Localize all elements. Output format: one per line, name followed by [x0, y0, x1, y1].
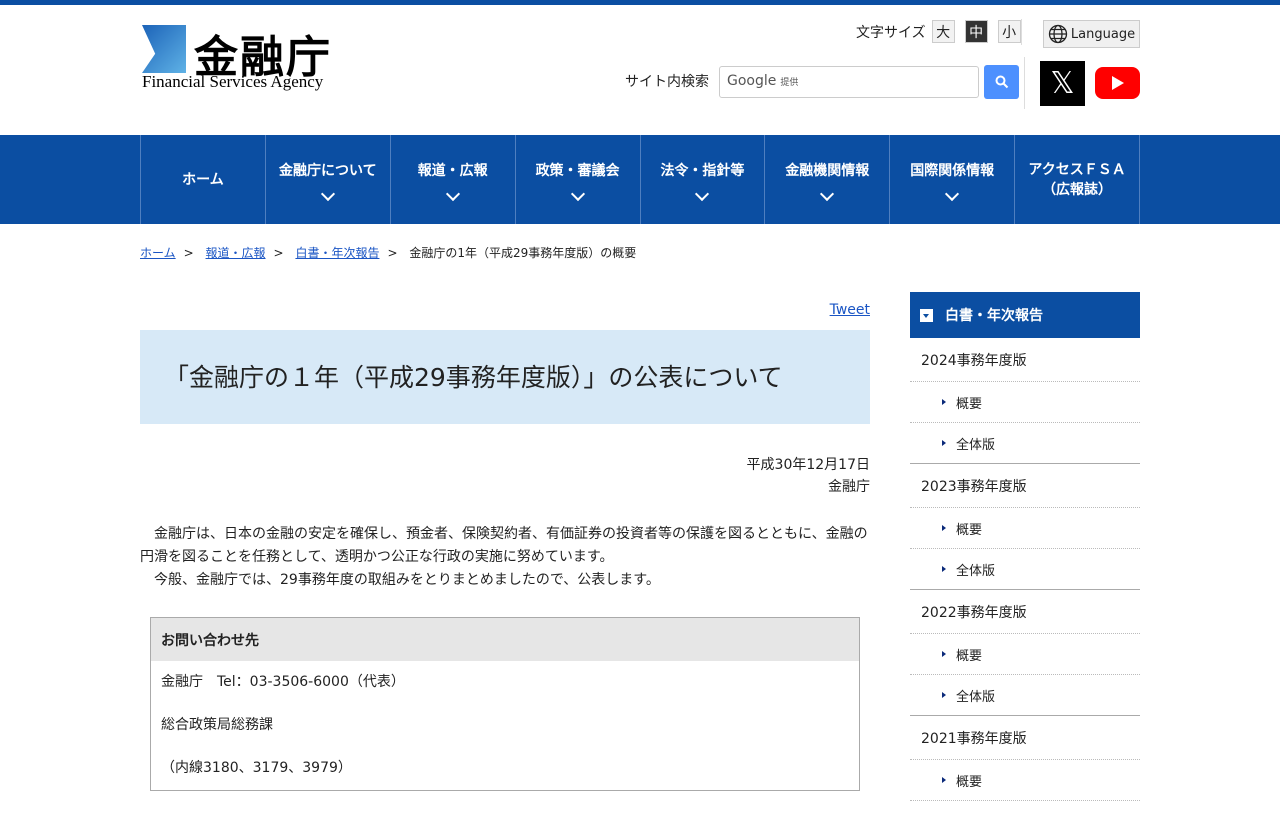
publisher: 金融庁	[828, 479, 870, 495]
font-size-control: 文字サイズ 大 中 小	[856, 20, 1030, 43]
site-header: 金融庁 Financial Services Agency 文字サイズ 大 中 …	[140, 5, 1140, 135]
chevron-down-icon	[820, 186, 835, 201]
nav-item[interactable]: 政策・審議会	[516, 135, 641, 224]
nav-item[interactable]: 金融庁について	[266, 135, 391, 224]
fsa-logo[interactable]: 金融庁 Financial Services Agency	[142, 25, 337, 91]
collapse-icon	[920, 308, 933, 322]
nav-item[interactable]: 国際関係情報	[890, 135, 1016, 224]
page-title: 「金融庁の１年（平成29事務年度版）」の公表について	[140, 330, 870, 424]
breadcrumb-whitepaper-link[interactable]: 白書・年次報告	[295, 246, 379, 260]
sidebar-sub-link[interactable]: 概要	[910, 382, 1140, 423]
publish-date: 平成30年12月17日	[746, 457, 870, 473]
body-paragraph: 今般、金融庁では、29事務年度の取組みをとりまとめましたので、公表します。	[140, 572, 660, 588]
divider	[1024, 57, 1025, 109]
nav-item-label: 金融庁について	[279, 162, 377, 179]
chevron-down-icon	[945, 186, 960, 201]
nav-item-label: 報道・広報	[417, 162, 488, 179]
search-icon	[995, 75, 1008, 89]
sidebar-year-link[interactable]: 2022事務年度版	[910, 590, 1140, 634]
contact-line: （内線3180、3179、3979）	[161, 760, 352, 776]
search-input[interactable]: Google 提供	[719, 66, 979, 98]
font-size-label: 文字サイズ	[856, 24, 926, 41]
search-placeholder: Google	[727, 73, 777, 89]
breadcrumb-press-link[interactable]: 報道・広報	[206, 246, 266, 260]
nav-item-label: （広報誌）	[1042, 181, 1113, 198]
font-size-small-button[interactable]: 小	[997, 20, 1021, 43]
contact-line: 金融庁 Tel：03-3506-6000（代表）	[161, 674, 405, 690]
global-nav: ホーム 金融庁について 報道・広報 政策・審議会 法令・指針等 金融機関情報 国際関係情報 ア…	[0, 135, 1280, 224]
body-paragraph: 金融庁は、日本の金融の安定を確保し、預金者、保険契約者、有価証券の投資者等の保護…	[140, 526, 868, 565]
nav-item-label: アクセスＦＳＡ	[1028, 161, 1126, 178]
sidebar-year-link[interactable]: 2021事務年度版	[910, 716, 1140, 760]
breadcrumb: ホーム > 報道・広報 > 白書・年次報告 > 金融庁の1年（平成29事務年度版）の概…	[140, 246, 637, 260]
nav-item-label: 政策・審議会	[535, 162, 620, 179]
logo-mark-icon	[142, 25, 186, 73]
sidebar-year-link[interactable]: 2023事務年度版	[910, 464, 1140, 508]
chevron-down-icon	[445, 186, 460, 201]
tweet-link[interactable]: Tweet	[830, 302, 870, 318]
breadcrumb-home-link[interactable]: ホーム	[140, 246, 176, 260]
x-twitter-icon[interactable]: 𝕏	[1040, 61, 1085, 106]
language-button[interactable]: Language	[1043, 20, 1140, 48]
search-button[interactable]	[984, 65, 1019, 99]
font-size-large-button[interactable]: 大	[931, 20, 955, 43]
sidebar-sub-link[interactable]: 概要	[910, 508, 1140, 549]
language-label: Language	[1070, 26, 1136, 42]
chevron-down-icon	[695, 186, 710, 201]
sidebar-sub-link[interactable]: 全体版	[910, 423, 1140, 464]
sidebar-year-link[interactable]: 2024事務年度版	[910, 338, 1140, 382]
sidebar-heading[interactable]: 白書・年次報告	[910, 292, 1140, 338]
main-content: Tweet 「金融庁の１年（平成29事務年度版）」の公表について 平成30年12…	[140, 284, 870, 791]
sidebar-heading-label: 白書・年次報告	[945, 308, 1043, 324]
sidebar-sub-link[interactable]: 概要	[910, 634, 1140, 675]
breadcrumb-current: 金融庁の1年（平成29事務年度版）の概要	[409, 246, 637, 260]
chevron-down-icon	[570, 186, 585, 201]
nav-item[interactable]: アクセスＦＳＡ （広報誌）	[1015, 135, 1140, 224]
sidebar-sub-link[interactable]: 全体版	[910, 549, 1140, 590]
search-provided-label: 提供	[780, 78, 799, 88]
contact-line: 総合政策局総務課	[161, 717, 273, 733]
divider	[1021, 19, 1022, 45]
youtube-icon[interactable]	[1095, 67, 1140, 99]
logo-english: Financial Services Agency	[142, 72, 324, 91]
search-label: サイト内検索	[625, 74, 709, 90]
nav-item[interactable]: 報道・広報	[391, 135, 516, 224]
nav-item-label: 金融機関情報	[785, 162, 870, 179]
globe-icon	[1048, 24, 1068, 44]
nav-item[interactable]: 法令・指針等	[641, 135, 766, 224]
contact-box: お問い合わせ先 金融庁 Tel：03-3506-6000（代表） 総合政策局総務…	[150, 617, 860, 791]
sidebar-sub-link[interactable]: 全体版	[910, 675, 1140, 716]
nav-item-label: 国際関係情報	[910, 162, 995, 179]
contact-heading: お問い合わせ先	[151, 618, 859, 661]
sidebar: 白書・年次報告 2024事務年度版 概要 全体版 2023事務年度版 概要 全体版 2022…	[910, 292, 1140, 801]
sidebar-sub-link[interactable]: 概要	[910, 760, 1140, 801]
chevron-down-icon	[320, 186, 335, 201]
nav-item-label: 法令・指針等	[660, 162, 745, 179]
font-size-medium-button[interactable]: 中	[964, 20, 988, 43]
nav-item-label: ホーム	[182, 171, 224, 188]
nav-item[interactable]: ホーム	[141, 135, 266, 224]
nav-item[interactable]: 金融機関情報	[765, 135, 891, 224]
